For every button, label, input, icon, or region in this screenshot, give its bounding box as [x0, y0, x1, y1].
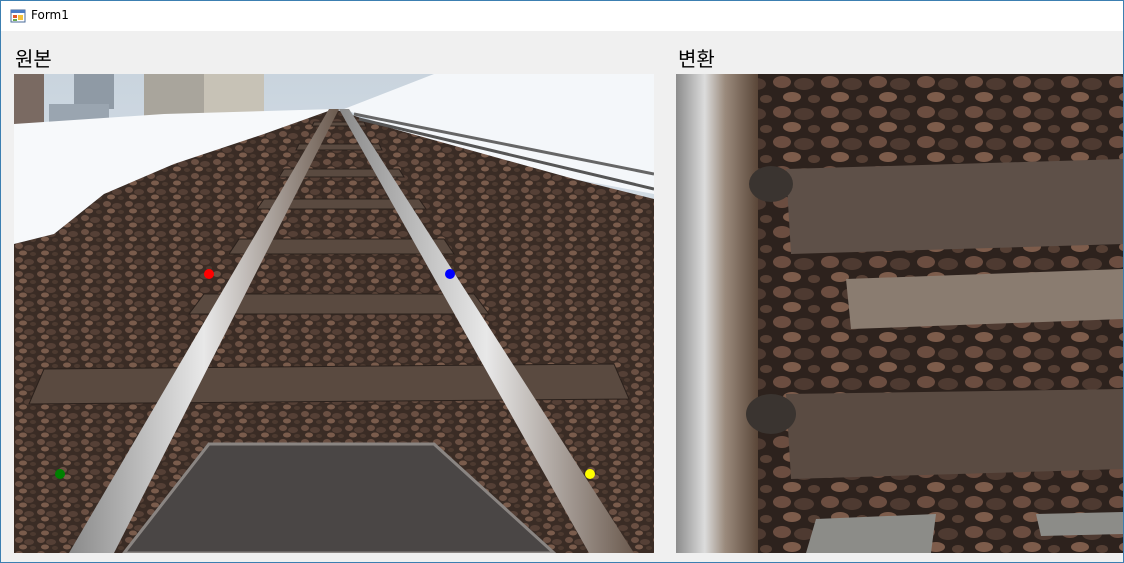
- window-title: Form1: [31, 8, 69, 22]
- green-marker: [55, 469, 65, 479]
- transformed-railway-image: [676, 74, 1123, 553]
- transformed-label: 변환: [678, 47, 715, 71]
- original-picturebox[interactable]: [14, 74, 654, 553]
- title-bar[interactable]: Form1: [1, 1, 1123, 31]
- blue-marker: [445, 269, 455, 279]
- original-railway-image: [14, 74, 654, 553]
- form-app-icon: [10, 9, 26, 23]
- transformed-picturebox[interactable]: [676, 74, 1123, 553]
- red-marker: [204, 269, 214, 279]
- yellow-marker: [585, 469, 595, 479]
- original-label: 원본: [15, 47, 52, 71]
- form1-window: Form1 원본 변환: [0, 0, 1124, 563]
